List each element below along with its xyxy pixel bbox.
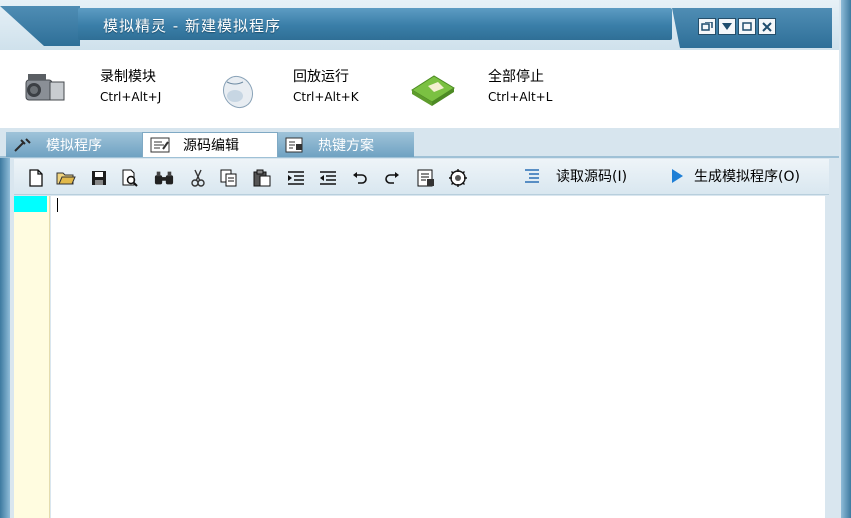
restore-button[interactable] (698, 18, 716, 35)
print-preview-button[interactable] (120, 168, 140, 188)
window-title: 模拟精灵 - 新建模拟程序 (103, 17, 281, 35)
current-line-marker (14, 196, 47, 212)
line-number-gutter (14, 196, 50, 518)
minimize-icon (722, 22, 732, 30)
grid-icon (417, 169, 434, 187)
tab-hotkey-scheme-label: 热键方案 (318, 137, 374, 154)
outdent-button[interactable] (318, 168, 338, 188)
find-icon (154, 171, 174, 185)
restore-icon (701, 21, 713, 31)
copy-icon (220, 169, 237, 187)
settings-button[interactable] (448, 168, 468, 188)
settings-icon (449, 169, 467, 187)
record-module-shortcut: Ctrl+Alt+J (100, 90, 162, 104)
hotkey-icon (285, 137, 303, 152)
title-bar-left-decor (0, 6, 80, 46)
tab-hotkey-scheme[interactable]: 热键方案 (278, 132, 414, 157)
paste-button[interactable] (252, 168, 272, 188)
undo-button[interactable] (350, 168, 370, 188)
record-module-label: 录制模块 (100, 69, 156, 85)
generate-program-label: 生成模拟程序(O) (694, 169, 800, 185)
green-card-icon (411, 75, 455, 106)
redo-icon (385, 172, 399, 184)
save-button[interactable] (89, 168, 109, 188)
undo-icon (353, 172, 367, 184)
tab-source-edit[interactable]: 源码编辑 (142, 132, 278, 157)
new-file-button[interactable] (26, 168, 46, 188)
paste-icon (253, 169, 271, 187)
close-icon (762, 21, 772, 32)
play-icon (672, 169, 683, 183)
copy-button[interactable] (219, 168, 239, 188)
window-controls (698, 18, 776, 35)
source-code-editor[interactable] (51, 196, 825, 518)
wrench-icon (14, 137, 31, 152)
indent-button[interactable] (286, 168, 306, 188)
playback-run-label: 回放运行 (293, 69, 349, 85)
indent-icon (288, 171, 304, 185)
open-folder-icon (56, 172, 76, 185)
cut-icon (191, 169, 205, 187)
camcorder-icon (25, 74, 65, 101)
minimize-button[interactable] (718, 18, 736, 35)
mouse-icon (222, 75, 254, 109)
read-source-label: 读取源码(I) (556, 169, 628, 185)
generate-program-button[interactable]: 生成模拟程序(O) (670, 166, 800, 186)
save-icon (92, 171, 106, 185)
stop-all-shortcut: Ctrl+Alt+L (488, 90, 553, 104)
redo-button[interactable] (382, 168, 402, 188)
code-edit-icon (150, 137, 170, 153)
open-folder-button[interactable] (56, 168, 76, 188)
read-source-button[interactable]: 读取源码(I) (524, 166, 627, 186)
find-button[interactable] (154, 168, 174, 188)
tab-simulation-program-label: 模拟程序 (46, 137, 102, 154)
tab-source-edit-label: 源码编辑 (183, 138, 239, 154)
maximize-button[interactable] (738, 18, 756, 35)
tab-simulation-program[interactable]: 模拟程序 (6, 132, 142, 157)
print-preview-icon (122, 169, 138, 187)
text-caret (57, 198, 58, 212)
new-file-icon (29, 169, 43, 187)
grid-button[interactable] (416, 168, 436, 188)
playback-run-shortcut: Ctrl+Alt+K (293, 90, 359, 104)
cut-button[interactable] (188, 168, 208, 188)
stop-all-label: 全部停止 (488, 69, 544, 85)
maximize-icon (742, 22, 752, 31)
read-source-icon (525, 169, 539, 183)
close-button[interactable] (758, 18, 776, 35)
outdent-icon (320, 171, 336, 185)
